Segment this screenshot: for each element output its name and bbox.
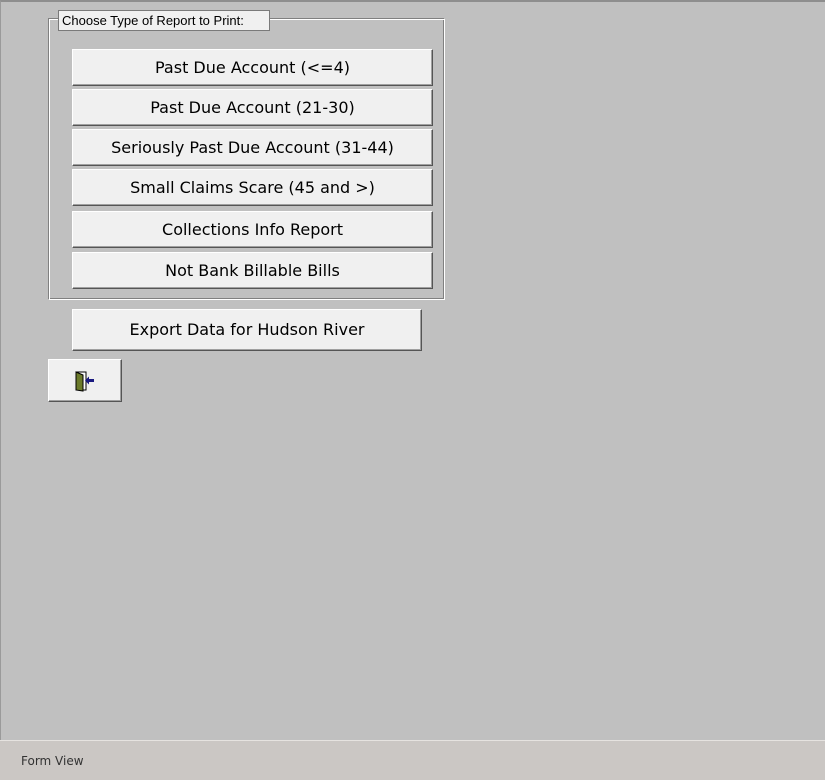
past-due-account-21-30-button[interactable]: Past Due Account (21-30)	[72, 89, 433, 126]
report-type-group-label: Choose Type of Report to Print:	[58, 10, 270, 31]
not-bank-billable-bills-button[interactable]: Not Bank Billable Bills	[72, 252, 433, 289]
status-bar: Form View	[0, 740, 825, 780]
exit-door-icon	[75, 370, 94, 392]
seriously-past-due-account-button[interactable]: Seriously Past Due Account (31-44)	[72, 129, 433, 166]
small-claims-scare-button[interactable]: Small Claims Scare (45 and >)	[72, 169, 433, 206]
exit-button[interactable]	[48, 359, 122, 402]
form-area: Choose Type of Report to Print: Past Due…	[0, 0, 825, 740]
past-due-account-4-button[interactable]: Past Due Account (<=4)	[72, 49, 433, 86]
view-mode-label: Form View	[21, 754, 84, 768]
collections-info-report-button[interactable]: Collections Info Report	[72, 211, 433, 248]
export-data-button[interactable]: Export Data for Hudson River	[72, 309, 422, 351]
